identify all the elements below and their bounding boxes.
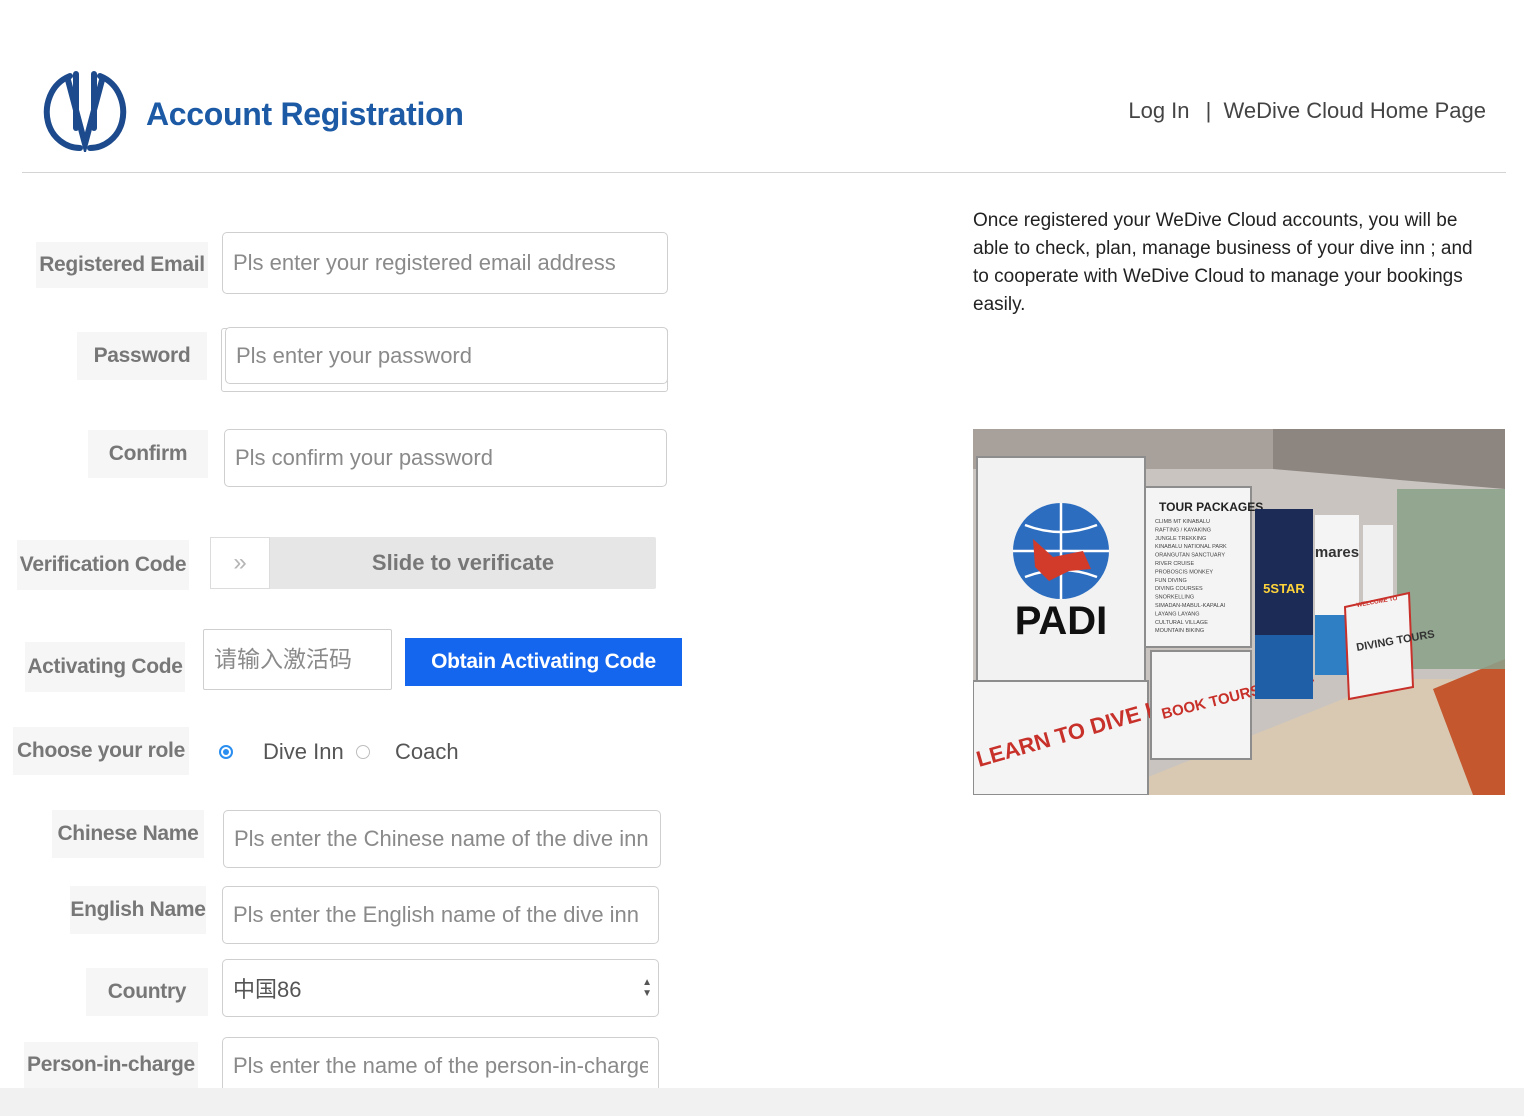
confirm-password-input[interactable]	[224, 429, 667, 487]
top-nav: Log In | WeDive Cloud Home Page	[1128, 98, 1486, 124]
tour-item: MOUNTAIN BIKING	[1155, 628, 1204, 634]
tour-item: RAFTING / KAYAKING	[1155, 527, 1211, 533]
tour-item: KINABALU NATIONAL PARK	[1155, 544, 1227, 550]
tour-item: RIVER CRUISE	[1155, 561, 1194, 567]
email-label: Registered Email	[36, 242, 208, 288]
obtain-activating-code-button[interactable]: Obtain Activating Code	[405, 638, 682, 686]
country-value: 中国86	[233, 977, 302, 1002]
radio-coach[interactable]	[356, 745, 370, 759]
tour-item: SIMADAN-MABUL-KAPALAI	[1155, 603, 1226, 609]
bottom-scroll-area	[0, 1088, 1524, 1116]
country-label: Country	[86, 968, 208, 1016]
email-input[interactable]	[222, 232, 668, 294]
padi-text: PADI	[1015, 599, 1108, 643]
person-in-charge-label: Person-in-charge	[24, 1042, 198, 1088]
page-title: Account Registration	[146, 96, 464, 132]
tour-item: DIVING COURSES	[1155, 586, 1203, 592]
home-page-link[interactable]: WeDive Cloud Home Page	[1224, 98, 1487, 123]
tour-item: SNORKELLING	[1155, 595, 1194, 601]
mares-text: mares	[1315, 544, 1359, 561]
tour-item: JUNGLE TREKKING	[1155, 536, 1206, 542]
slider-text: Slide to verificate	[371, 550, 555, 575]
tour-item: ORANGUTAN SANCTUARY	[1155, 553, 1225, 559]
english-name-label: English Name	[70, 886, 206, 934]
slider-handle[interactable]: »	[210, 537, 270, 589]
person-in-charge-input[interactable]	[222, 1037, 659, 1095]
country-select[interactable]: 中国86 ▲ ▼	[222, 959, 659, 1017]
tour-item: LAYANG LAYANG	[1155, 611, 1200, 617]
login-link[interactable]: Log In	[1128, 98, 1189, 123]
dive-shop-photo: PADI LEARN TO DIVE HERE!! TOUR PACKAGES …	[973, 429, 1505, 795]
chinese-name-label: Chinese Name	[52, 810, 204, 858]
password-input[interactable]	[225, 327, 668, 384]
radio-dive-inn[interactable]	[219, 745, 233, 759]
tour-packages-title: TOUR PACKAGES	[1159, 500, 1263, 514]
registration-description: Once registered your WeDive Cloud accoun…	[973, 210, 1473, 315]
verification-label: Verification Code	[17, 540, 189, 590]
tour-item: PROBOSCIS MONKEY	[1155, 569, 1213, 575]
tour-item: FUN DIVING	[1155, 578, 1187, 584]
tour-item: CLIMB MT KINABALU	[1155, 519, 1210, 525]
wedive-logo	[40, 66, 130, 156]
tour-item: CULTURAL VILLAGE	[1155, 620, 1208, 626]
header-divider	[22, 172, 1506, 173]
radio-label-coach[interactable]: Coach	[395, 739, 459, 765]
password-label: Password	[77, 332, 207, 380]
radio-label-dive-inn[interactable]: Dive Inn	[263, 739, 344, 765]
english-name-input[interactable]	[222, 886, 659, 944]
chinese-name-input[interactable]	[223, 810, 661, 868]
select-arrows-icon: ▲ ▼	[642, 977, 652, 999]
role-label: Choose your role	[13, 727, 189, 775]
double-chevron-right-icon: »	[233, 549, 247, 576]
activating-code-input[interactable]	[203, 629, 392, 690]
activating-code-label: Activating Code	[25, 642, 185, 692]
confirm-label: Confirm	[88, 430, 208, 478]
five-star-text: 5STAR	[1263, 581, 1305, 596]
nav-separator: |	[1205, 98, 1212, 123]
